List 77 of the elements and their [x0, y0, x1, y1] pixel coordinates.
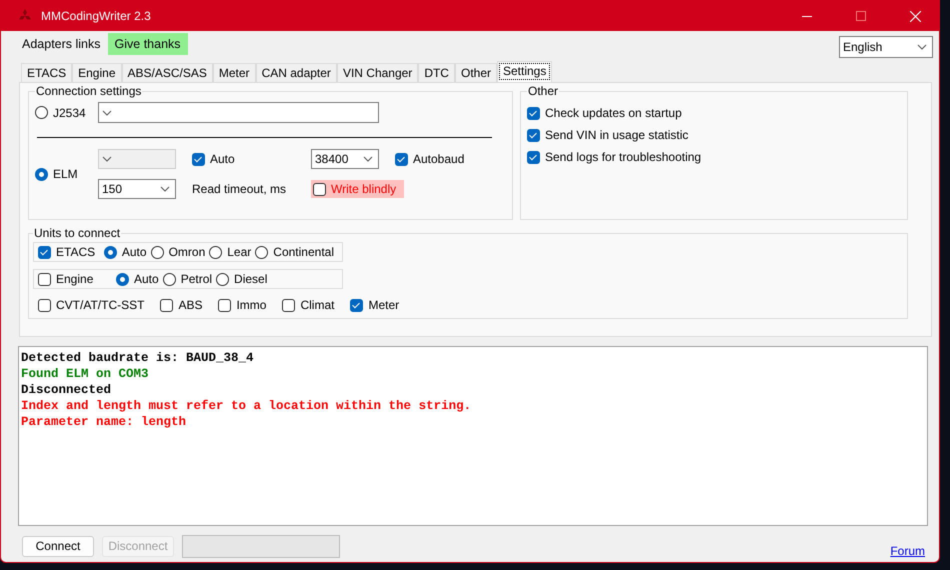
checkbox-label: Write blindly [331, 182, 396, 196]
radio-button[interactable] [216, 272, 230, 286]
window-title: MMCodingWriter 2.3 [41, 9, 151, 23]
checkbox-label: Climat [300, 298, 334, 312]
tab[interactable]: CAN adapter [256, 63, 337, 82]
checkbox-label: Send logs for troubleshooting [545, 150, 702, 164]
button[interactable]: Connect [22, 536, 94, 556]
tab[interactable]: Engine [72, 63, 122, 82]
radio-label: Lear [227, 245, 252, 259]
radio-label: Omron [168, 245, 206, 259]
radio-label: J2534 [53, 106, 86, 120]
tab[interactable]: Settings [497, 61, 552, 82]
radio-label: Continental [273, 245, 334, 259]
timeout-dropdown[interactable]: 150 [98, 179, 176, 199]
checkbox-label: Send VIN in usage statistic [545, 128, 688, 142]
log-line: Parameter name: length [21, 414, 186, 430]
checkbox-label: Immo [236, 298, 266, 312]
checkbox-label: ABS [178, 298, 202, 312]
group-title: Other [527, 84, 560, 98]
radio-button[interactable] [162, 272, 176, 286]
tab[interactable]: VIN Changer [336, 63, 418, 82]
menu-item[interactable]: Adapters links [15, 33, 108, 55]
log-line: Index and length must refer to a location within the string. [21, 398, 472, 414]
caret-icon [102, 156, 112, 162]
group-title: Connection settings [35, 84, 142, 98]
radio-button[interactable] [35, 168, 48, 180]
tab[interactable]: Meter [212, 63, 256, 82]
radio-label: Auto [134, 272, 159, 286]
checkbox[interactable] [527, 150, 540, 164]
radio-button[interactable] [116, 272, 129, 286]
checkbox[interactable] [395, 152, 408, 166]
checkbox-label: ETACS [56, 245, 96, 259]
tab[interactable]: DTC [418, 63, 455, 82]
checkbox-label: Autobaud [413, 152, 464, 166]
tab[interactable]: Other [454, 63, 497, 82]
forum-link[interactable]: Forum [890, 544, 925, 558]
checkbox[interactable] [282, 298, 296, 312]
checkbox[interactable] [192, 152, 205, 166]
checkbox[interactable] [38, 246, 51, 258]
log-line: Disconnected [21, 382, 112, 398]
checkbox-label: Engine [56, 272, 94, 286]
group-title: Units to connect [33, 226, 122, 240]
radio-button[interactable] [35, 106, 48, 119]
radio-button[interactable] [150, 246, 164, 258]
close-icon[interactable] [910, 10, 921, 22]
radio-label: ELM [53, 167, 78, 181]
baud-dropdown[interactable]: 38400 [311, 149, 379, 169]
log-line: Detected baudrate is: BAUD_38_4 [21, 350, 254, 366]
caret-icon [160, 186, 170, 192]
menu-item[interactable]: Give thanks [108, 33, 188, 55]
checkbox[interactable] [38, 298, 51, 312]
caret-icon [102, 110, 112, 116]
radio-label: Petrol [180, 272, 212, 286]
checkbox[interactable] [313, 182, 326, 196]
checkbox[interactable] [350, 298, 364, 312]
checkbox[interactable] [527, 106, 540, 120]
field-label: Read timeout, ms [192, 182, 288, 196]
checkbox[interactable] [160, 298, 174, 312]
tab[interactable]: ETACS [21, 63, 72, 82]
checkbox[interactable] [218, 298, 232, 312]
language-dropdown[interactable]: English [839, 36, 933, 58]
radio-button[interactable] [255, 246, 268, 258]
radio-label: Auto [122, 245, 147, 259]
log-line: Found ELM on COM3 [21, 366, 149, 382]
radio-button[interactable] [104, 246, 117, 258]
adapter-dropdown[interactable] [98, 102, 379, 123]
radio-label: Diesel [234, 272, 268, 286]
checkbox-label: Meter [368, 298, 400, 312]
checkbox-label: Check updates on startup [545, 106, 682, 120]
checkbox[interactable] [527, 128, 540, 142]
checkbox-label: CVT/AT/TC-SST [56, 298, 144, 312]
radio-button[interactable] [209, 246, 222, 258]
checkbox-label: Auto [210, 152, 235, 166]
tab[interactable]: ABS/ASC/SAS [122, 63, 213, 82]
caret-icon [917, 44, 927, 50]
caret-icon [363, 156, 373, 162]
checkbox[interactable] [38, 272, 51, 286]
